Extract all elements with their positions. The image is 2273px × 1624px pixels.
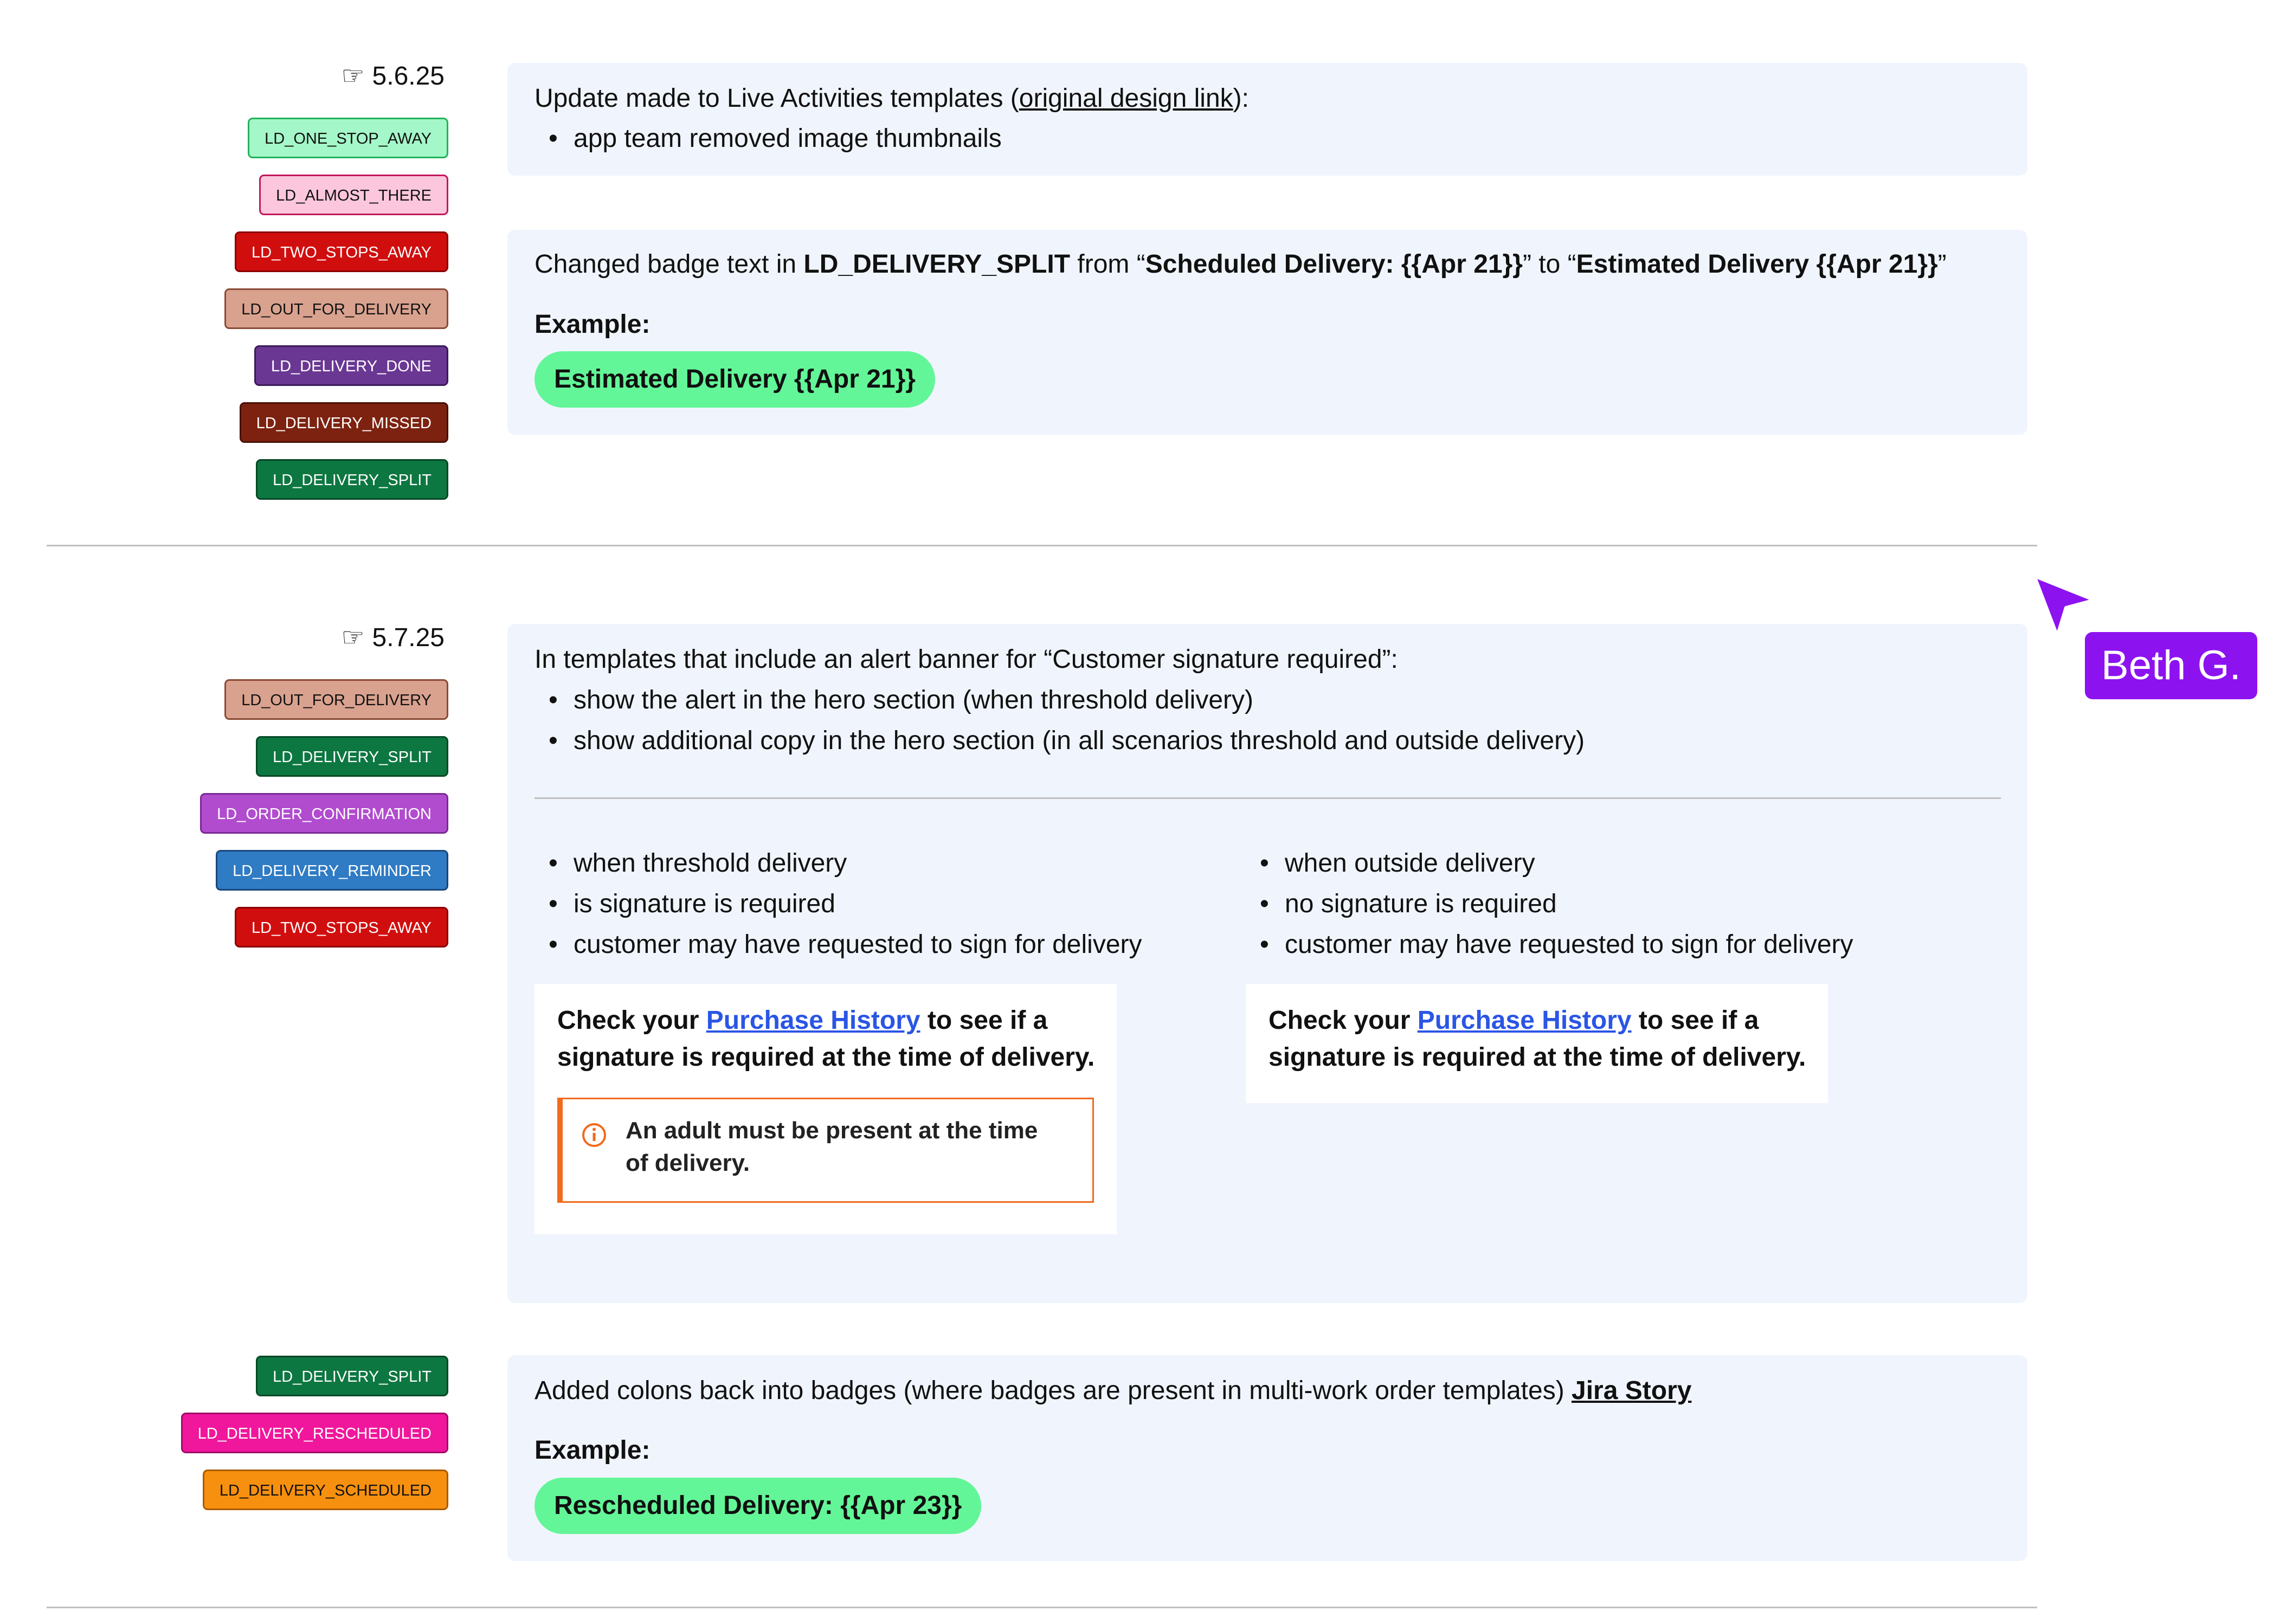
- tag-ld-delivery-missed: LD_DELIVERY_MISSED: [239, 402, 448, 443]
- threshold-delivery-preview: Check your Purchase History to see if a …: [535, 984, 1117, 1234]
- list-item: • customer may have requested to sign for…: [549, 930, 1142, 959]
- pointing-hand-icon: ☞: [341, 622, 365, 653]
- purchase-history-message: Check your Purchase History to see if a …: [557, 1006, 1095, 1072]
- tag-ld-two-stops-away: LD_TWO_STOPS_AWAY: [235, 907, 448, 948]
- purchase-history-message: Check your Purchase History to see if a …: [1268, 1006, 1806, 1072]
- colons-text: Added colons back into badges (where bad…: [535, 1376, 1692, 1405]
- list-item: • is signature is required: [549, 890, 835, 918]
- example-label: Example:: [535, 1436, 651, 1465]
- signature-intro-text: In templates that include an alert banne…: [535, 645, 1398, 674]
- update-card-live-activities: Update made to Live Activities templates…: [507, 63, 2027, 176]
- tag-ld-delivery-done: LD_DELIVERY_DONE: [254, 345, 448, 386]
- date-label: 5.7.25: [372, 623, 445, 652]
- section-divider: [47, 1607, 2037, 1608]
- example-label: Example:: [535, 310, 651, 339]
- tag-ld-delivery-reminder: LD_DELIVERY_REMINDER: [216, 850, 448, 891]
- tag-ld-out-for-delivery: LD_OUT_FOR_DELIVERY: [224, 288, 448, 329]
- update-card-badge-text: Changed badge text in LD_DELIVERY_SPLIT …: [507, 230, 2027, 435]
- rescheduled-delivery-badge: Rescheduled Delivery: {{Apr 23}}: [535, 1478, 982, 1534]
- tag-ld-delivery-split: LD_DELIVERY_SPLIT: [256, 736, 448, 777]
- original-design-link[interactable]: original design link: [1019, 84, 1233, 113]
- tag-ld-delivery-scheduled: LD_DELIVERY_SCHEDULED: [202, 1470, 448, 1510]
- tag-ld-almost-there: LD_ALMOST_THERE: [259, 175, 448, 215]
- list-item: • no signature is required: [1260, 890, 1557, 918]
- list-item: • when outside delivery: [1260, 849, 1535, 878]
- jira-story-link[interactable]: Jira Story: [1572, 1376, 1691, 1405]
- info-icon: [582, 1123, 606, 1147]
- list-item: • show the alert in the hero section (whe…: [549, 686, 1253, 714]
- tag-ld-one-stop-away: LD_ONE_STOP_AWAY: [248, 118, 448, 158]
- list-item: • show additional copy in the hero sectio…: [549, 726, 1585, 755]
- tag-ld-two-stops-away: LD_TWO_STOPS_AWAY: [235, 231, 448, 272]
- update-card-badge-colons: Added colons back into badges (where bad…: [507, 1355, 2027, 1561]
- date-label: 5.6.25: [372, 62, 445, 91]
- tag-ld-delivery-rescheduled: LD_DELIVERY_RESCHEDULED: [181, 1413, 448, 1453]
- tag-ld-delivery-split: LD_DELIVERY_SPLIT: [256, 459, 448, 500]
- section-divider: [47, 545, 2037, 546]
- purchase-history-link[interactable]: Purchase History: [706, 1006, 920, 1035]
- outside-delivery-preview: Check your Purchase History to see if a …: [1246, 984, 1828, 1103]
- date-5-6-25: ☞ 5.6.25: [282, 61, 445, 91]
- pointing-hand-icon: ☞: [341, 61, 365, 91]
- tag-ld-delivery-split: LD_DELIVERY_SPLIT: [256, 1356, 448, 1396]
- badge-change-text: Changed badge text in LD_DELIVERY_SPLIT …: [535, 250, 1947, 279]
- purchase-history-link[interactable]: Purchase History: [1418, 1006, 1632, 1035]
- list-item: • app team removed image thumbnails: [549, 124, 1002, 153]
- list-item: • when threshold delivery: [549, 849, 847, 878]
- collaborator-name-label: Beth G.: [2085, 632, 2257, 699]
- estimated-delivery-badge: Estimated Delivery {{Apr 21}}: [535, 351, 935, 408]
- list-item: • customer may have requested to sign for…: [1260, 930, 1853, 959]
- tag-ld-order-confirmation: LD_ORDER_CONFIRMATION: [200, 793, 448, 834]
- adult-required-alert: An adult must be present at the time of …: [557, 1098, 1094, 1203]
- card-divider: [535, 797, 2001, 799]
- update-card-signature-alert: In templates that include an alert banne…: [507, 624, 2027, 1303]
- alert-text: An adult must be present at the time of …: [626, 1117, 1038, 1176]
- tag-ld-out-for-delivery: LD_OUT_FOR_DELIVERY: [224, 679, 448, 720]
- update-text: Update made to Live Activities templates…: [535, 84, 1249, 113]
- date-5-7-25: ☞ 5.7.25: [282, 622, 445, 653]
